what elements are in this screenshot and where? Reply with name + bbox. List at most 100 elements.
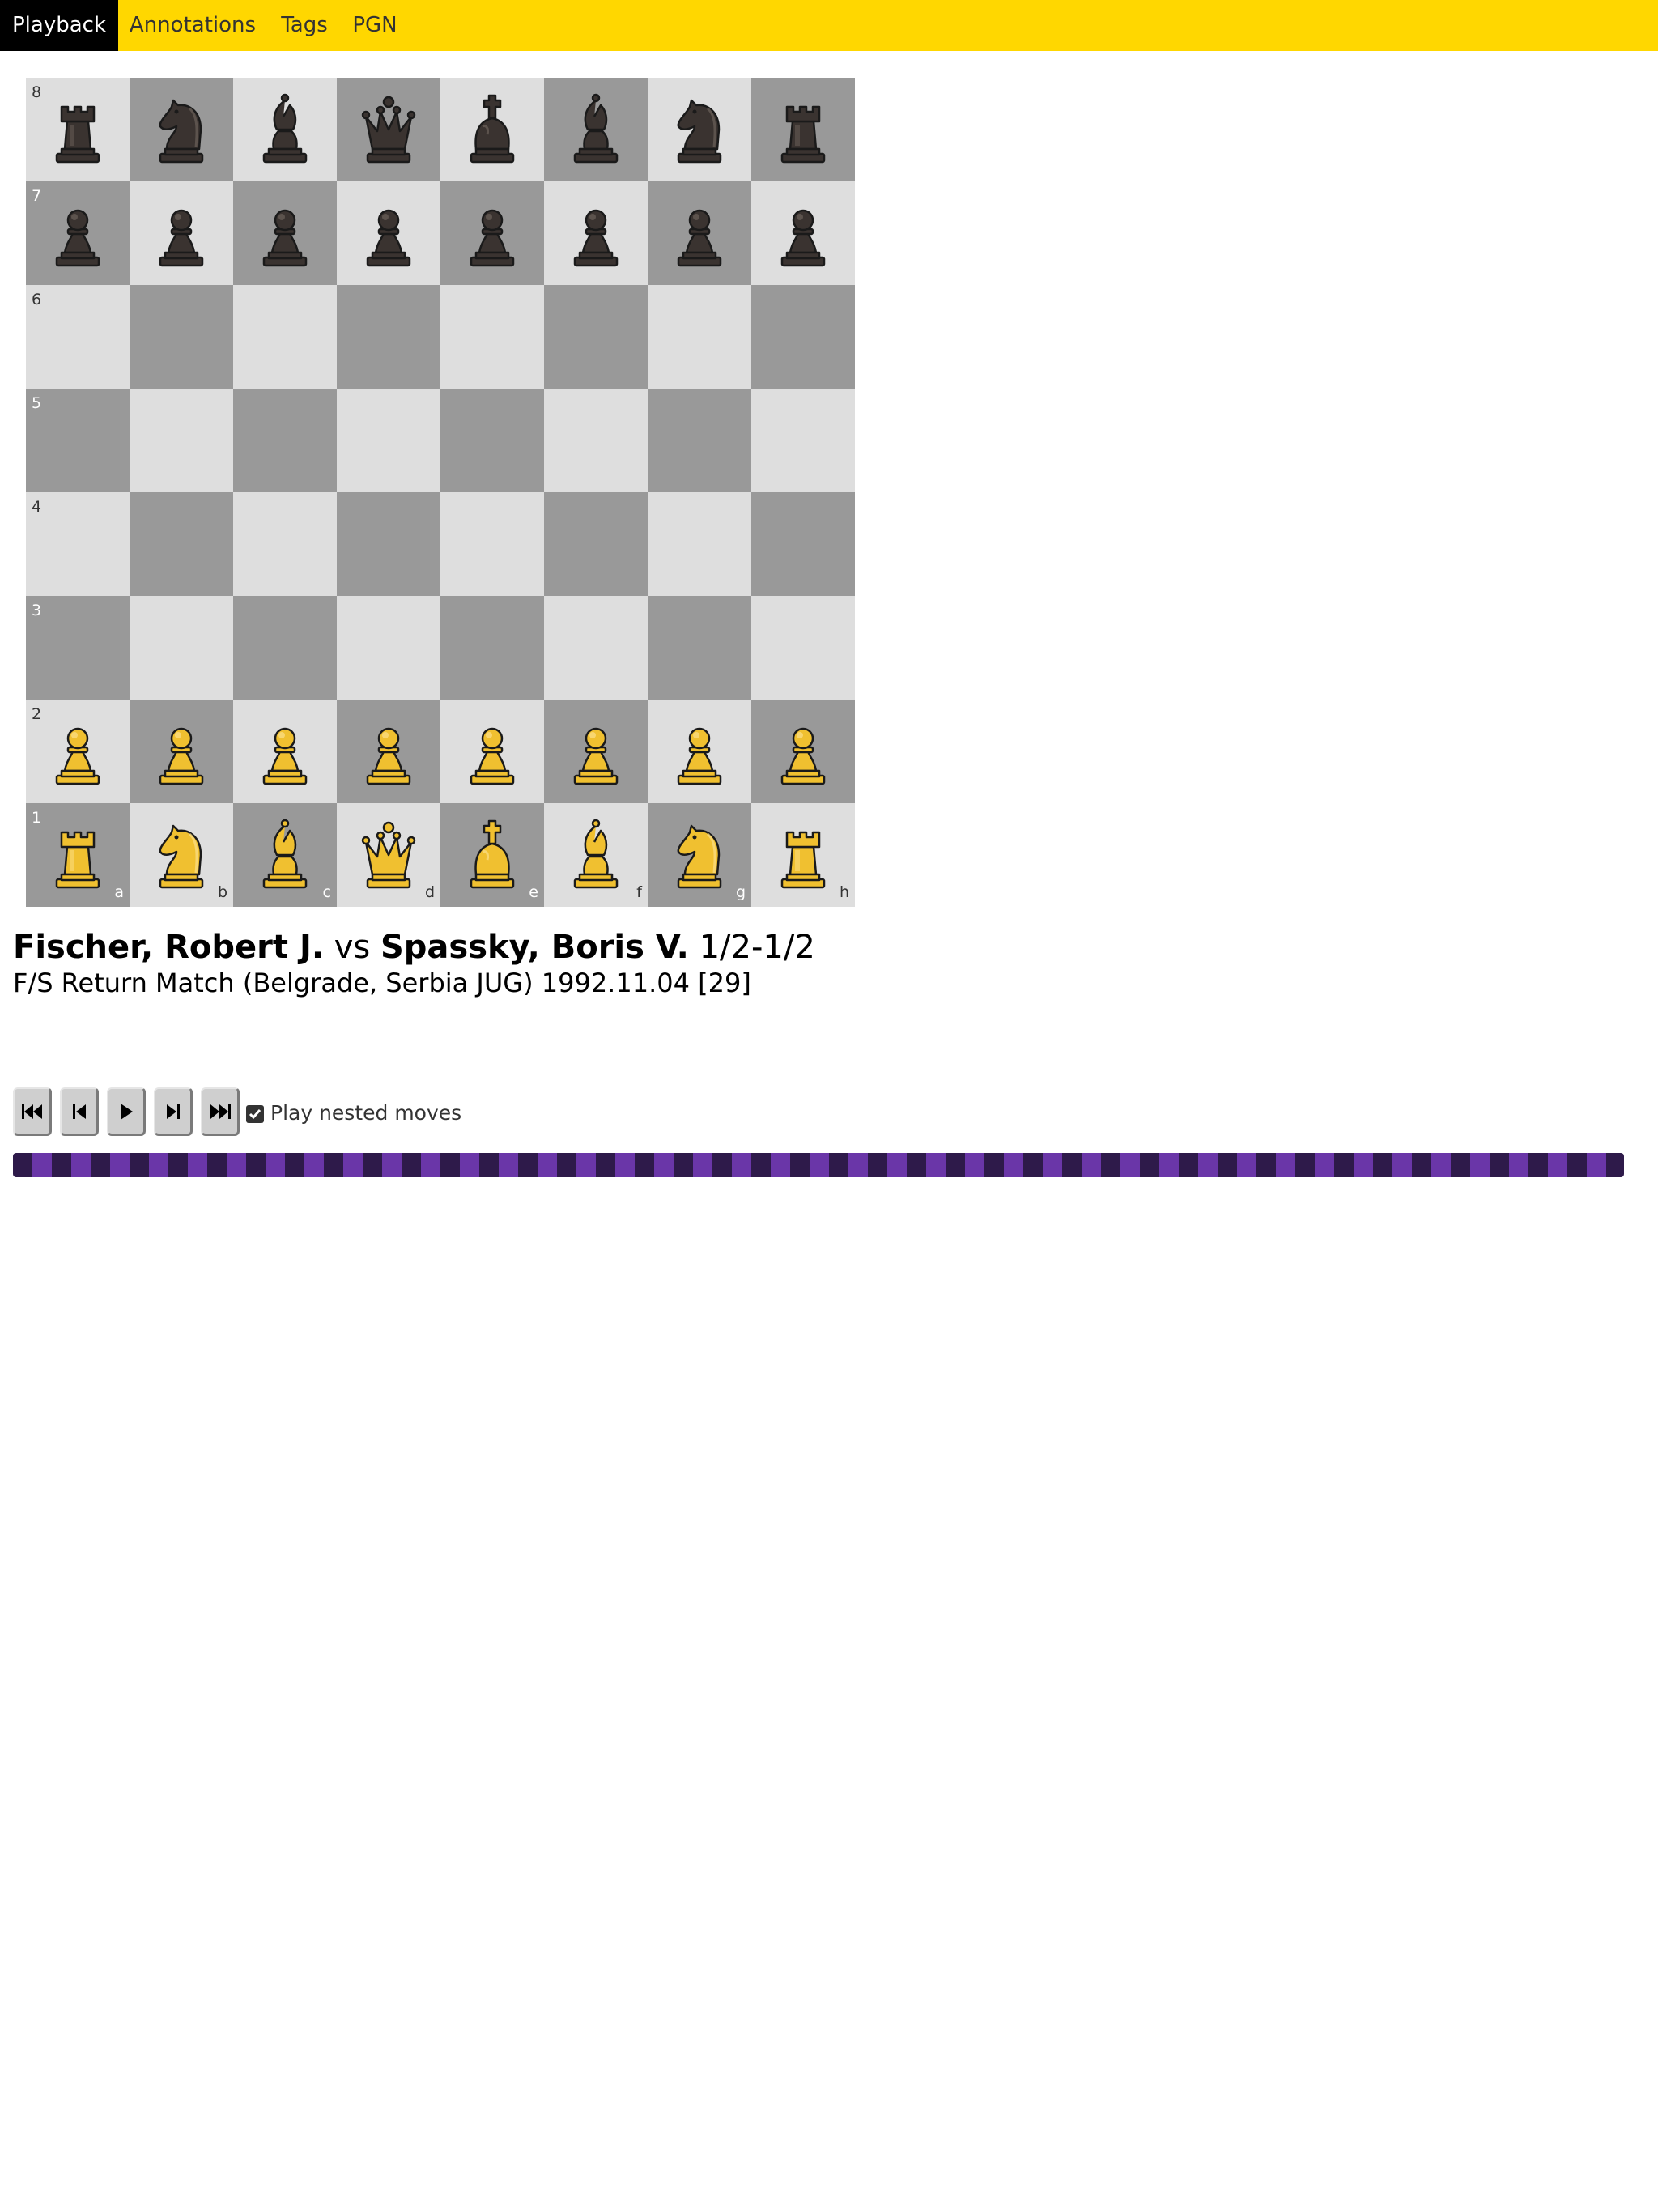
square-d6[interactable] [337,285,440,389]
square-f4[interactable] [544,492,648,596]
square-h4[interactable] [751,492,855,596]
white-knight-icon[interactable] [659,815,740,895]
square-g4[interactable] [648,492,751,596]
black-rook-icon[interactable] [763,89,844,170]
white-pawn-icon[interactable] [555,711,636,792]
square-b1[interactable]: b [130,803,233,907]
white-pawn-icon[interactable] [659,711,740,792]
square-d3[interactable] [337,596,440,700]
play-nested-checkbox[interactable] [246,1105,264,1123]
white-queen-icon[interactable] [348,815,429,895]
move-progress-bar[interactable] [13,1153,1624,1177]
square-b3[interactable] [130,596,233,700]
black-bishop-icon[interactable] [244,89,325,170]
square-c8[interactable] [233,78,337,181]
square-h2[interactable] [751,700,855,803]
square-g2[interactable] [648,700,751,803]
square-a4[interactable]: 4 [26,492,130,596]
square-d1[interactable]: d [337,803,440,907]
white-rook-icon[interactable] [763,815,844,895]
play-button[interactable] [107,1087,146,1136]
square-a5[interactable]: 5 [26,389,130,492]
square-f5[interactable] [544,389,648,492]
square-f6[interactable] [544,285,648,389]
black-knight-icon[interactable] [659,89,740,170]
square-g6[interactable] [648,285,751,389]
square-g1[interactable]: g [648,803,751,907]
last-move-button[interactable] [201,1087,240,1136]
black-bishop-icon[interactable] [555,89,636,170]
square-d8[interactable] [337,78,440,181]
square-c1[interactable]: c [233,803,337,907]
next-move-button[interactable] [154,1087,193,1136]
black-queen-icon[interactable] [348,89,429,170]
square-a1[interactable]: 1a [26,803,130,907]
black-rook-icon[interactable] [37,89,118,170]
square-b6[interactable] [130,285,233,389]
square-h1[interactable]: h [751,803,855,907]
white-pawn-icon[interactable] [452,711,533,792]
tab-annotations[interactable]: Annotations [118,0,267,51]
white-pawn-icon[interactable] [141,711,222,792]
square-c5[interactable] [233,389,337,492]
square-f1[interactable]: f [544,803,648,907]
square-f2[interactable] [544,700,648,803]
square-h7[interactable] [751,181,855,285]
tab-pgn[interactable]: PGN [342,0,408,51]
square-a6[interactable]: 6 [26,285,130,389]
square-d2[interactable] [337,700,440,803]
square-h5[interactable] [751,389,855,492]
square-a8[interactable]: 8 [26,78,130,181]
square-e6[interactable] [440,285,544,389]
square-a2[interactable]: 2 [26,700,130,803]
tab-playback[interactable]: Playback [0,0,118,51]
previous-move-button[interactable] [60,1087,99,1136]
black-pawn-icon[interactable] [141,193,222,274]
square-c2[interactable] [233,700,337,803]
square-g3[interactable] [648,596,751,700]
square-d4[interactable] [337,492,440,596]
square-b4[interactable] [130,492,233,596]
square-b8[interactable] [130,78,233,181]
square-g5[interactable] [648,389,751,492]
square-d5[interactable] [337,389,440,492]
white-bishop-icon[interactable] [555,815,636,895]
black-pawn-icon[interactable] [659,193,740,274]
square-e2[interactable] [440,700,544,803]
square-b5[interactable] [130,389,233,492]
white-pawn-icon[interactable] [348,711,429,792]
white-pawn-icon[interactable] [37,711,118,792]
first-move-button[interactable] [13,1087,52,1136]
square-e5[interactable] [440,389,544,492]
white-knight-icon[interactable] [141,815,222,895]
square-h3[interactable] [751,596,855,700]
square-c6[interactable] [233,285,337,389]
square-f3[interactable] [544,596,648,700]
square-h6[interactable] [751,285,855,389]
black-pawn-icon[interactable] [348,193,429,274]
black-pawn-icon[interactable] [555,193,636,274]
square-f7[interactable] [544,181,648,285]
black-knight-icon[interactable] [141,89,222,170]
square-c4[interactable] [233,492,337,596]
square-e7[interactable] [440,181,544,285]
square-h8[interactable] [751,78,855,181]
white-rook-icon[interactable] [37,815,118,895]
square-g8[interactable] [648,78,751,181]
black-king-icon[interactable] [452,89,533,170]
square-b2[interactable] [130,700,233,803]
square-e3[interactable] [440,596,544,700]
square-f8[interactable] [544,78,648,181]
white-king-icon[interactable] [452,815,533,895]
square-e4[interactable] [440,492,544,596]
square-e8[interactable] [440,78,544,181]
tab-tags[interactable]: Tags [267,0,342,51]
square-c3[interactable] [233,596,337,700]
white-pawn-icon[interactable] [244,711,325,792]
square-g7[interactable] [648,181,751,285]
square-b7[interactable] [130,181,233,285]
square-a3[interactable]: 3 [26,596,130,700]
square-a7[interactable]: 7 [26,181,130,285]
white-pawn-icon[interactable] [763,711,844,792]
square-d7[interactable] [337,181,440,285]
